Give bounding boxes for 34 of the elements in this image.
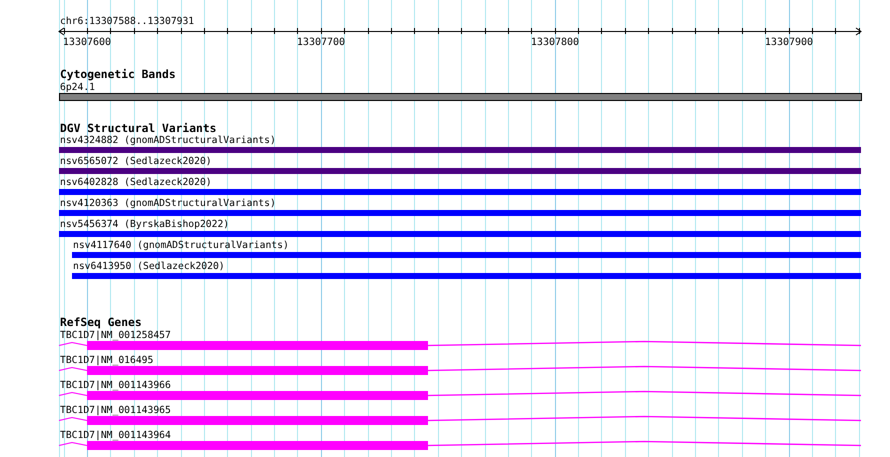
transcript-drawing[interactable]	[58, 440, 862, 450]
transcript-label: TBC1D7|NM_001258457	[60, 330, 171, 341]
transcript-label: TBC1D7|NM_001143966	[60, 380, 171, 391]
variant-label: nsv6565072 (Sedlazeck2020)	[60, 156, 212, 167]
ruler-label: 13307800	[530, 37, 580, 48]
variant-label: nsv5456374 (ByrskaBishop2022)	[60, 219, 230, 230]
band-label: 6p24.1	[60, 82, 95, 93]
transcript-drawing[interactable]	[58, 340, 862, 350]
track-title: RefSeq Genes	[60, 316, 142, 329]
ruler-label: 13307600	[62, 37, 112, 48]
variant-label: nsv6402828 (Sedlazeck2020)	[60, 177, 212, 188]
variant-label: nsv4120363 (gnomADStructuralVariants)	[60, 198, 276, 209]
ruler-label: 13307900	[764, 37, 814, 48]
variant-bar[interactable]	[59, 210, 861, 216]
transcript-label: TBC1D7|NM_016495	[60, 355, 154, 366]
location-label: chr6:13307588..13307931	[60, 16, 194, 27]
variant-label: nsv4117640 (gnomADStructuralVariants)	[73, 240, 289, 251]
transcript-drawing[interactable]	[58, 416, 862, 425]
track-title: Cytogenetic Bands	[60, 68, 176, 81]
variant-bar[interactable]	[59, 147, 861, 153]
ruler-label: 13307700	[296, 37, 346, 48]
cytoband-bar[interactable]	[59, 93, 862, 101]
transcript-label: TBC1D7|NM_001143965	[60, 405, 171, 416]
variant-bar[interactable]	[72, 273, 861, 279]
transcript-drawing[interactable]	[58, 390, 862, 400]
transcript-drawing[interactable]	[58, 366, 862, 375]
variant-label: nsv4324882 (gnomADStructuralVariants)	[60, 135, 276, 146]
variant-bar[interactable]	[59, 168, 861, 174]
variant-bar[interactable]	[59, 231, 861, 237]
variant-label: nsv6413950 (Sedlazeck2020)	[73, 261, 225, 272]
variant-bar[interactable]	[72, 252, 861, 258]
track-title: DGV Structural Variants	[60, 122, 216, 135]
variant-bar[interactable]	[59, 189, 861, 195]
transcript-label: TBC1D7|NM_001143964	[60, 430, 171, 441]
